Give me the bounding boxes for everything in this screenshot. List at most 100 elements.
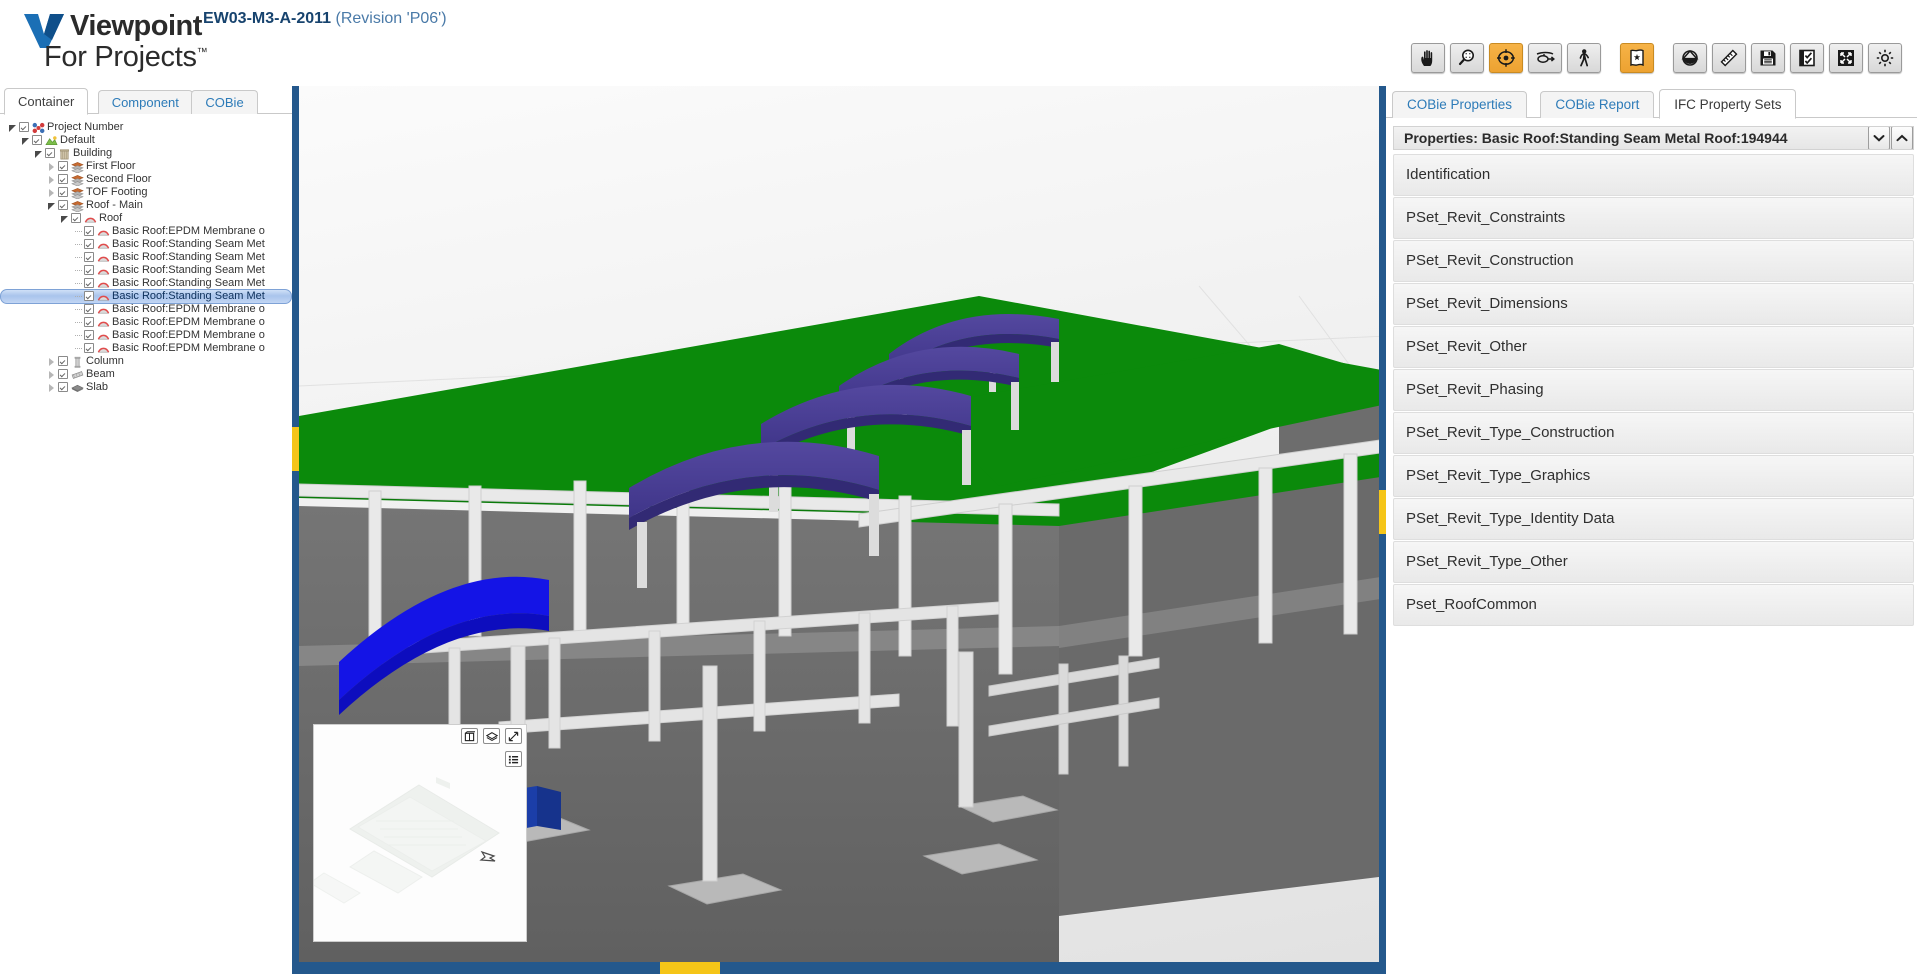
tree-item[interactable]: Basic Roof:EPDM Membrane o <box>0 342 292 355</box>
roof-icon <box>97 291 110 303</box>
tree-item[interactable]: Slab <box>0 381 292 394</box>
tree-item-label: Basic Roof:Standing Seam Met <box>112 264 265 277</box>
tree-item-checkbox[interactable] <box>84 304 94 314</box>
cube-extents-button[interactable] <box>461 728 478 744</box>
tree-item[interactable]: Basic Roof:Standing Seam Met <box>0 238 292 251</box>
measure-ruler-button[interactable] <box>1712 43 1746 73</box>
property-set-row[interactable]: PSet_Revit_Other <box>1393 326 1914 368</box>
tree-toggle-collapsed-icon[interactable] <box>47 173 58 186</box>
tree-toggle-expanded-icon[interactable] <box>8 121 19 134</box>
tree-item-checkbox[interactable] <box>84 343 94 353</box>
tree-toggle-collapsed-icon[interactable] <box>47 355 58 368</box>
right-tab-cobie-properties[interactable]: COBie Properties <box>1392 91 1527 118</box>
tree-item[interactable]: Project Number <box>0 121 292 134</box>
tree-item-checkbox[interactable] <box>84 278 94 288</box>
tree-item-checkbox[interactable] <box>58 382 68 392</box>
tree-item-checkbox[interactable] <box>84 239 94 249</box>
tree-item[interactable]: Second Floor <box>0 173 292 186</box>
right-splitter[interactable] <box>1379 86 1386 974</box>
model-canvas[interactable] <box>299 86 1387 962</box>
tree-item-checkbox[interactable] <box>84 330 94 340</box>
tree-item[interactable]: Basic Roof:EPDM Membrane o <box>0 303 292 316</box>
tree-item[interactable]: Basic Roof:EPDM Membrane o <box>0 316 292 329</box>
walk-person-button[interactable] <box>1567 43 1601 73</box>
list-button[interactable] <box>505 751 522 767</box>
property-set-row[interactable]: Identification <box>1393 154 1914 196</box>
property-set-row[interactable]: PSet_Revit_Dimensions <box>1393 283 1914 325</box>
section-map-button[interactable] <box>1620 43 1654 73</box>
pan-hand-button[interactable] <box>1411 43 1445 73</box>
tree-item[interactable]: Column <box>0 355 292 368</box>
tree-item-checkbox[interactable] <box>71 213 81 223</box>
tree-toggle-expanded-icon[interactable] <box>47 199 58 212</box>
property-set-row[interactable]: PSet_Revit_Phasing <box>1393 369 1914 411</box>
property-set-row[interactable]: PSet_Revit_Type_Other <box>1393 541 1914 583</box>
tree-item-checkbox[interactable] <box>58 161 68 171</box>
collapse-all-button[interactable] <box>1891 126 1913 150</box>
orbit-target-button[interactable] <box>1489 43 1523 73</box>
tree-item-checkbox[interactable] <box>84 252 94 262</box>
tree-item-checkbox[interactable] <box>58 356 68 366</box>
checklist-clipboard-button[interactable] <box>1790 43 1824 73</box>
bottom-splitter-thumb[interactable] <box>660 962 720 974</box>
right-splitter-thumb[interactable] <box>1379 490 1386 534</box>
tree-item[interactable]: Roof <box>0 212 292 225</box>
tree-item-checkbox[interactable] <box>84 265 94 275</box>
zoom-magnifier-button[interactable] <box>1450 43 1484 73</box>
property-set-row[interactable]: PSet_Revit_Type_Graphics <box>1393 455 1914 497</box>
tree-item-content: Roof <box>60 212 122 225</box>
clip-plane-button[interactable] <box>1673 43 1707 73</box>
tree-item-checkbox[interactable] <box>19 122 29 132</box>
tree-item[interactable]: Basic Roof:Standing Seam Met <box>0 251 292 264</box>
property-set-list[interactable]: IdentificationPSet_Revit_ConstraintsPSet… <box>1393 154 1914 627</box>
property-set-row[interactable]: Pset_RoofCommon <box>1393 584 1914 626</box>
resize-diagonal-button[interactable] <box>505 728 522 744</box>
tree-toggle-collapsed-icon[interactable] <box>47 381 58 394</box>
save-floppy-button[interactable] <box>1751 43 1785 73</box>
tree-item-checkbox[interactable] <box>84 291 94 301</box>
tree-item[interactable]: Basic Roof:EPDM Membrane o <box>0 329 292 342</box>
tree-toggle-expanded-icon[interactable] <box>34 147 45 160</box>
fullscreen-expand-button[interactable] <box>1829 43 1863 73</box>
model-overview-minimap[interactable] <box>313 724 527 942</box>
tree-toggle-collapsed-icon[interactable] <box>47 160 58 173</box>
tree-item[interactable]: Basic Roof:Standing Seam Met <box>0 264 292 277</box>
tree-item-checkbox[interactable] <box>84 226 94 236</box>
tree-item[interactable]: Basic Roof:EPDM Membrane o <box>0 225 292 238</box>
tree-item[interactable]: Beam <box>0 368 292 381</box>
left-splitter-thumb[interactable] <box>292 427 299 471</box>
settings-gear-button[interactable] <box>1868 43 1902 73</box>
tree-item-checkbox[interactable] <box>58 174 68 184</box>
tree-item-checkbox[interactable] <box>58 187 68 197</box>
tree-item[interactable]: Building <box>0 147 292 160</box>
tree-toggle-collapsed-icon[interactable] <box>47 186 58 199</box>
tree-toggle-expanded-icon[interactable] <box>60 212 71 225</box>
property-set-row[interactable]: PSet_Revit_Type_Identity Data <box>1393 498 1914 540</box>
property-set-row[interactable]: PSet_Revit_Constraints <box>1393 197 1914 239</box>
property-set-row[interactable]: PSet_Revit_Construction <box>1393 240 1914 282</box>
left-tab-cobie[interactable]: COBie <box>191 90 257 114</box>
tree-item[interactable]: TOF Footing <box>0 186 292 199</box>
tree-toggle-expanded-icon[interactable] <box>21 134 32 147</box>
model-viewport[interactable] <box>299 86 1387 962</box>
fly-helicopter-button[interactable] <box>1528 43 1562 73</box>
tree-item[interactable]: Default <box>0 134 292 147</box>
left-tab-container[interactable]: Container <box>4 88 88 115</box>
left-splitter[interactable] <box>292 86 299 974</box>
property-set-row[interactable]: PSet_Revit_Type_Construction <box>1393 412 1914 454</box>
expand-all-button[interactable] <box>1868 126 1890 150</box>
tree-item-checkbox[interactable] <box>84 317 94 327</box>
tree-item-checkbox[interactable] <box>58 369 68 379</box>
tree-item[interactable]: Roof - Main <box>0 199 292 212</box>
tree-item-checkbox[interactable] <box>45 148 55 158</box>
right-tab-ifc-property-sets[interactable]: IFC Property Sets <box>1659 89 1796 119</box>
tree-item[interactable]: First Floor <box>0 160 292 173</box>
tree-item-checkbox[interactable] <box>58 200 68 210</box>
tree-item-checkbox[interactable] <box>32 135 42 145</box>
right-tab-cobie-report[interactable]: COBie Report <box>1540 91 1654 118</box>
container-tree[interactable]: Project NumberDefaultBuildingFirst Floor… <box>0 115 292 974</box>
layers-button[interactable] <box>483 728 500 744</box>
tree-item[interactable]: Basic Roof:Standing Seam Met <box>0 290 292 303</box>
tree-toggle-collapsed-icon[interactable] <box>47 368 58 381</box>
left-tab-component[interactable]: Component <box>98 90 193 114</box>
